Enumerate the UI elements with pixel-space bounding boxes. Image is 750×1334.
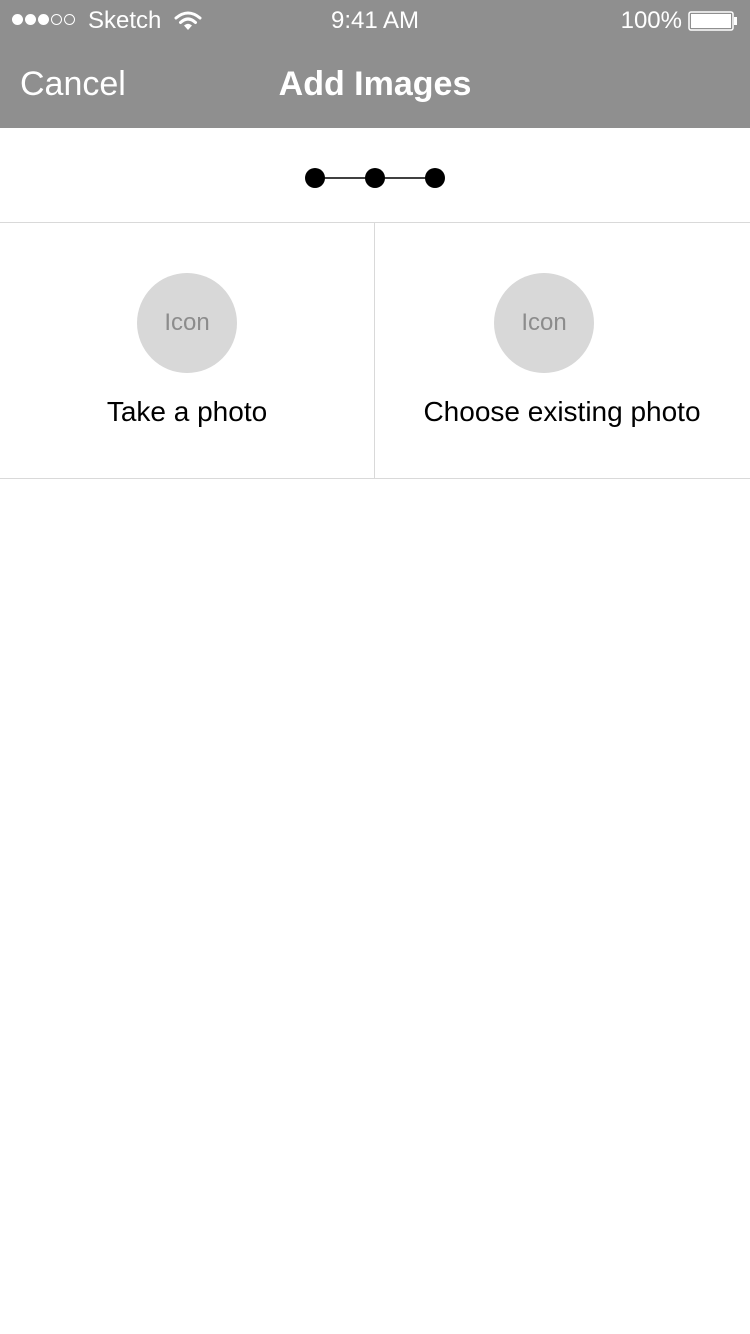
battery-percentage: 100% — [620, 7, 682, 34]
photo-library-icon: Icon — [494, 273, 594, 373]
navigation-bar: Cancel Add Images — [0, 42, 750, 128]
take-photo-label: Take a photo — [106, 396, 268, 427]
status-bar: Sketch 9:41 AM 100% — [0, 0, 750, 42]
take-photo-option[interactable]: Icon Take a photo — [0, 223, 375, 478]
top-bar: Sketch 9:41 AM 100% Cancel Add Images — [0, 0, 750, 128]
step-progress-area — [0, 128, 750, 223]
page-title: Add Images — [278, 65, 472, 103]
camera-icon: Icon — [137, 273, 237, 373]
choose-existing-photo-label: Choose existing photo — [423, 396, 701, 427]
step-dot — [305, 168, 325, 188]
step-dot — [425, 168, 445, 188]
image-source-options: Icon Take a photo Icon Choose existing p… — [0, 223, 750, 479]
step-dot — [365, 168, 385, 188]
step-progress-indicator — [305, 168, 445, 188]
add-images-screen: Sketch 9:41 AM 100% Cancel Add Images Ic… — [0, 0, 750, 1334]
battery-icon — [688, 11, 737, 31]
choose-existing-photo-option[interactable]: Icon Choose existing photo — [375, 223, 750, 478]
